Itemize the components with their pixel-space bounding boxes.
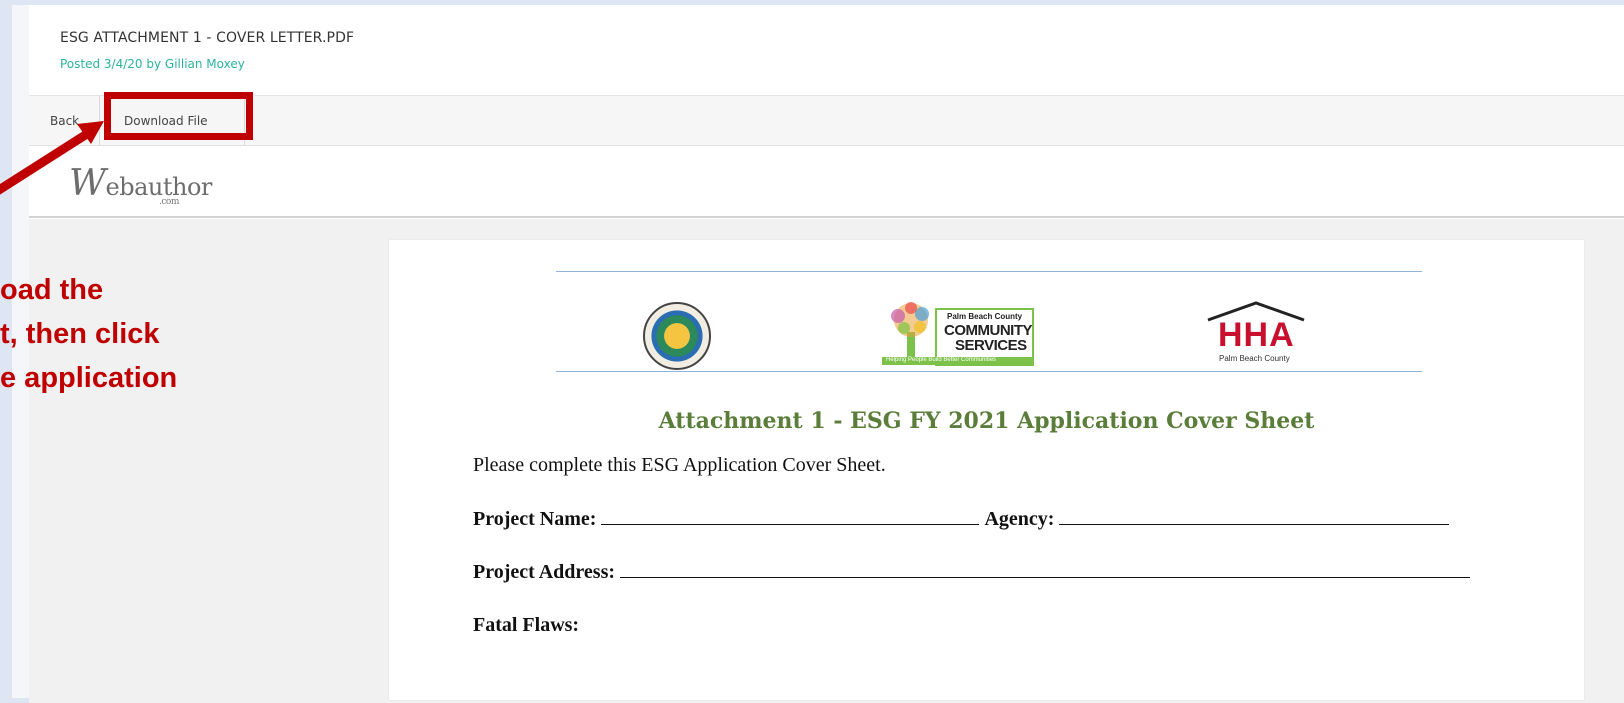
viewer-brand-bar: Webauthor .com <box>29 147 1624 218</box>
file-header: ESG ATTACHMENT 1 - COVER LETTER.PDF Post… <box>29 5 1624 96</box>
document-title: Attachment 1 - ESG FY 2021 Application C… <box>658 408 1315 434</box>
tree-icon <box>891 302 929 360</box>
fatal-flaws-label: Fatal Flaws: <box>473 614 580 636</box>
annotation-callout: oad the t, then click e application <box>0 260 240 410</box>
file-posted-meta: Posted 3/4/20 by Gillian Moxey <box>60 57 245 71</box>
project-address-blank <box>620 560 1471 578</box>
file-title: ESG ATTACHMENT 1 - COVER LETTER.PDF <box>60 30 355 46</box>
agency-label: Agency: <box>984 508 1055 530</box>
header-rule-bottom <box>556 371 1422 372</box>
community-services-tagline: Helping People Build Better Communities <box>882 357 1034 365</box>
project-name-blank <box>601 507 980 525</box>
hha-logo: HHA Palm Beach County <box>1204 300 1308 366</box>
header-rule-top <box>556 271 1422 272</box>
annotation-line: oad the <box>0 274 104 306</box>
screenshot-frame: ESG ATTACHMENT 1 - COVER LETTER.PDF Post… <box>0 0 1624 703</box>
community-services-badge: Palm Beach County COMMUNITY SERVICES Hel… <box>882 308 1034 366</box>
fatal-flaws-line: Fatal Flaws: <box>473 614 579 637</box>
project-address-line: Project Address: <box>473 560 1471 584</box>
pdf-page: Palm Beach County COMMUNITY SERVICES Hel… <box>389 240 1584 700</box>
agency-blank <box>1059 507 1450 525</box>
download-highlight-box <box>104 92 253 140</box>
annotation-line: e application <box>0 362 178 394</box>
document-intro: Please complete this ESG Application Cov… <box>473 454 886 476</box>
project-name-line: Project Name: Agency: <box>473 507 1450 531</box>
annotation-line: t, then click <box>0 318 160 350</box>
project-address-label: Project Address: <box>473 561 616 583</box>
palm-beach-county-seal-logo <box>643 302 711 370</box>
community-services-logo: Palm Beach County COMMUNITY SERVICES Hel… <box>882 300 1034 370</box>
arrow-icon <box>0 121 104 195</box>
project-name-label: Project Name: <box>473 508 597 530</box>
file-toolbar: Back Download File <box>29 96 1624 146</box>
